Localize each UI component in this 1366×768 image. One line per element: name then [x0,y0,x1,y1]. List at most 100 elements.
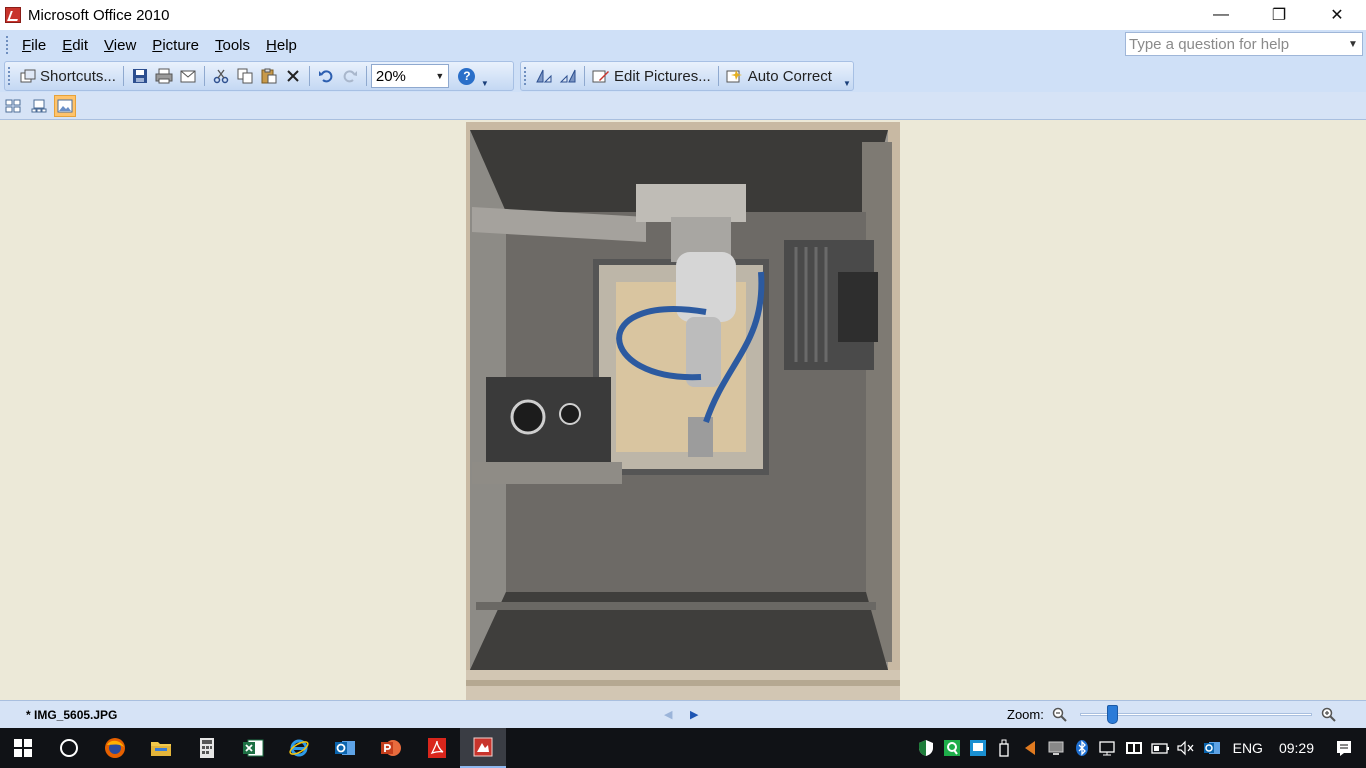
picture-manager-icon [473,737,493,757]
help-search-box: ▼ [1125,32,1363,56]
picture-manager-app-icon[interactable] [5,7,21,23]
security-shield-icon[interactable] [913,728,939,768]
toolbar-grip-handle[interactable] [524,67,528,85]
redo-button[interactable] [338,64,362,88]
help-question-input[interactable] [1126,33,1344,55]
delete-icon [287,70,299,82]
window-controls: — ❐ ✕ [1192,0,1366,30]
standard-toolbar: Shortcuts... 20% ▼ ? ▼ [4,61,514,91]
single-picture-view-icon [57,99,73,112]
edit-pictures-icon [592,70,609,83]
cut-button[interactable] [209,64,233,88]
taskbar-picture-manager[interactable] [460,728,506,768]
dolby-icon[interactable] [1121,728,1147,768]
start-button[interactable] [0,728,46,768]
menu-file[interactable]: File [14,37,54,54]
internet-explorer-icon [289,739,309,757]
menu-edit[interactable]: Edit [54,37,96,54]
menu-picture[interactable]: Picture [144,37,207,54]
minimize-button[interactable]: — [1192,0,1250,30]
copy-icon [237,68,253,84]
action-center-icon[interactable] [1322,728,1366,768]
help-button[interactable]: ? [455,64,479,88]
volume-muted-icon[interactable] [1173,728,1199,768]
auto-correct-icon [726,70,742,83]
display-icon[interactable] [1043,728,1069,768]
taskbar-calculator[interactable] [184,728,230,768]
input-language[interactable]: ENG [1225,740,1271,756]
title-bar: Microsoft Office 2010 — ❐ ✕ [0,0,1366,30]
zoom-value: 20% [375,67,406,85]
next-picture-icon[interactable]: ▶ [690,708,698,721]
chevron-down-icon: ▼ [480,79,489,88]
zoom-slider-thumb[interactable] [1106,705,1118,724]
toolbar-separator [203,66,205,86]
taskbar-acrobat[interactable] [414,728,460,768]
auto-correct-button[interactable]: Auto Correct [723,64,835,88]
toolbar-overflow-button[interactable]: ▼ [479,62,491,90]
firefox-icon [105,738,125,758]
battery-icon[interactable] [1147,728,1173,768]
cut-icon [213,69,229,84]
rotate-right-button[interactable] [556,64,580,88]
menu-grip-handle[interactable] [6,36,10,54]
menu-tools[interactable]: Tools [207,37,258,54]
toolbar-grip-handle[interactable] [8,67,12,85]
taskbar-excel[interactable] [230,728,276,768]
system-tray: ENG 09:29 [913,728,1366,768]
taskbar-firefox[interactable] [92,728,138,768]
undo-button[interactable] [314,64,338,88]
menu-help[interactable]: Help [258,37,305,54]
edit-pictures-button[interactable]: Edit Pictures... [589,64,714,88]
system-clock[interactable]: 09:29 [1271,740,1322,756]
save-button[interactable] [128,64,152,88]
taskbar-powerpoint[interactable] [368,728,414,768]
outlook-tray-icon[interactable] [1199,728,1225,768]
windows-taskbar: ENG 09:29 [0,728,1366,768]
shortcuts-icon [20,69,36,83]
paste-button[interactable] [257,64,281,88]
network-icon[interactable] [1095,728,1121,768]
restore-button[interactable]: ❐ [1250,0,1308,30]
folder-icon [151,742,171,756]
close-button[interactable]: ✕ [1308,0,1366,30]
usb-device-icon[interactable] [991,728,1017,768]
bluetooth-icon[interactable] [1069,728,1095,768]
notification-arrow-icon[interactable] [1017,728,1043,768]
copy-button[interactable] [233,64,257,88]
single-picture-view-button[interactable] [54,94,76,117]
picture-toolbar: Edit Pictures... Auto Correct ▼ [520,61,854,91]
toolbar-overflow-button[interactable]: ▼ [841,62,853,90]
rotate-left-icon [536,69,552,83]
chevron-down-icon: ▼ [843,79,851,88]
rotate-right-icon [559,69,576,83]
toolbar-separator [308,66,310,86]
email-button[interactable] [176,64,200,88]
thumbnail-view-icon [5,99,21,112]
delete-button[interactable] [281,64,305,88]
taskbar-file-explorer[interactable] [138,728,184,768]
qlik-icon[interactable] [939,728,965,768]
shortcuts-button[interactable]: Shortcuts... [16,64,119,88]
network-tool-icon[interactable] [965,728,991,768]
cortana-icon [60,739,78,757]
toolbar-separator [717,66,719,86]
print-button[interactable] [152,64,176,88]
cortana-button[interactable] [46,728,92,768]
photo-preview[interactable] [466,122,900,700]
view-mode-bar [0,92,1366,120]
help-dropdown-arrow-icon[interactable]: ▼ [1344,39,1362,50]
previous-picture-icon[interactable]: ◀ [664,708,672,721]
filmstrip-view-button[interactable] [28,95,50,117]
rotate-left-button[interactable] [532,64,556,88]
zoom-in-icon[interactable] [1321,707,1337,723]
excel-icon [243,739,264,757]
zoom-dropdown[interactable]: 20% ▼ [370,64,449,88]
menu-view[interactable]: View [96,37,144,54]
taskbar-outlook[interactable] [322,728,368,768]
taskbar-internet-explorer[interactable] [276,728,322,768]
zoom-out-icon[interactable] [1052,707,1068,723]
thumbnail-view-button[interactable] [2,95,24,117]
minimize-icon: — [1213,6,1229,23]
machine-enclosure-photo [466,122,900,700]
